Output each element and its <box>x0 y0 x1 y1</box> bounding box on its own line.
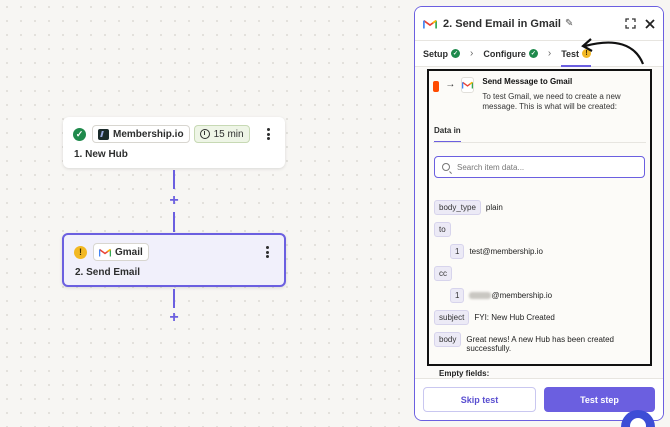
field-row: subject FYI: New Hub Created <box>434 310 650 325</box>
field-key: to <box>434 222 451 237</box>
gmail-logo-icon <box>99 248 111 257</box>
field-value: Great news! A new Hub has been created s… <box>466 335 615 353</box>
check-circle-icon: ✓ <box>451 49 461 58</box>
close-icon[interactable] <box>645 18 655 29</box>
tab-label: Configure <box>483 48 526 59</box>
gmail-logo-icon <box>461 77 475 93</box>
skip-test-button[interactable]: Skip test <box>423 387 536 412</box>
step-card-send-email[interactable]: ! Gmail 2. Send Email <box>62 233 286 287</box>
add-step-button[interactable]: + <box>167 193 181 209</box>
step-editor-panel: 2. Send Email in Gmail ✎ Setup ✓ › Confi… <box>414 6 664 421</box>
expand-icon[interactable] <box>625 18 636 29</box>
clock-icon <box>199 129 210 139</box>
check-circle-icon: ✓ <box>73 127 86 141</box>
connector-line <box>173 170 175 189</box>
test-step-button[interactable]: Test step <box>544 387 655 412</box>
tab-configure[interactable]: Configure ✓ <box>483 41 538 67</box>
delay-badge: 15 min <box>193 125 250 143</box>
field-key: cc <box>434 266 452 281</box>
field-key: subject <box>434 310 470 325</box>
edit-pencil-icon[interactable]: ✎ <box>565 18 573 29</box>
test-preview-frame: → Send Message to Gmail To test Gmail, w… <box>427 69 652 366</box>
field-index: 1 <box>450 244 465 259</box>
step-title: 2. Send Email <box>75 267 141 278</box>
delay-label: 15 min <box>213 128 244 140</box>
connector-line <box>173 289 175 308</box>
message-description: To test Gmail, we need to create a new m… <box>482 92 621 111</box>
app-chip-membership: Membership.io <box>92 125 190 143</box>
search-placeholder: Search item data... <box>457 162 525 172</box>
workflow-canvas <box>0 0 412 427</box>
field-row: body_type plain <box>434 200 650 215</box>
field-key: body_type <box>434 200 481 215</box>
app-name: Gmail <box>115 246 143 258</box>
check-circle-icon: ✓ <box>528 49 538 58</box>
panel-title: 2. Send Email in Gmail <box>443 17 561 30</box>
chevron-right-icon: › <box>470 48 474 59</box>
zapier-logo-icon <box>433 81 440 92</box>
app-chip-gmail: Gmail <box>93 243 149 261</box>
annotation-arrow-icon <box>581 38 645 65</box>
field-key: body <box>434 332 462 347</box>
search-input[interactable]: Search item data... <box>434 156 645 178</box>
field-value: FYI: New Hub Created <box>474 313 555 322</box>
step-card-new-hub[interactable]: ✓ Membership.io 15 min 1. New Hub <box>63 117 285 168</box>
field-row: to <box>434 222 650 237</box>
step-title: 1. New Hub <box>74 149 128 160</box>
field-row: 1 @membership.io <box>450 288 650 303</box>
divider <box>433 142 646 143</box>
warning-icon: ! <box>74 245 87 259</box>
field-value-text: @membership.io <box>491 291 553 300</box>
message-title: Send Message to Gmail <box>482 77 573 86</box>
arrow-right-icon: → <box>445 79 456 90</box>
field-value: @membership.io <box>469 291 552 300</box>
connector-line <box>173 212 175 232</box>
more-options-icon[interactable] <box>261 127 275 141</box>
data-fields: body_type plain to 1 test@membership.io … <box>429 200 650 353</box>
more-options-icon[interactable] <box>260 245 274 259</box>
field-value: plain <box>485 203 503 212</box>
field-row: cc <box>434 266 650 281</box>
tab-data-in[interactable]: Data in <box>434 126 461 142</box>
redacted-text <box>469 292 492 299</box>
field-row: 1 test@membership.io <box>450 244 650 259</box>
field-value: test@membership.io <box>469 247 543 256</box>
field-index: 1 <box>450 288 465 303</box>
tab-label: Setup <box>423 48 449 59</box>
membership-logo-icon <box>98 128 109 140</box>
gmail-logo-icon <box>423 19 437 29</box>
chevron-right-icon: › <box>547 48 552 59</box>
tab-setup[interactable]: Setup ✓ <box>423 41 461 67</box>
add-step-button[interactable]: + <box>167 310 181 326</box>
app-name: Membership.io <box>113 128 184 140</box>
field-row: body Great news! A new Hub has been crea… <box>434 332 650 353</box>
empty-fields-label: Empty fields: <box>439 369 490 378</box>
search-icon <box>442 163 450 171</box>
